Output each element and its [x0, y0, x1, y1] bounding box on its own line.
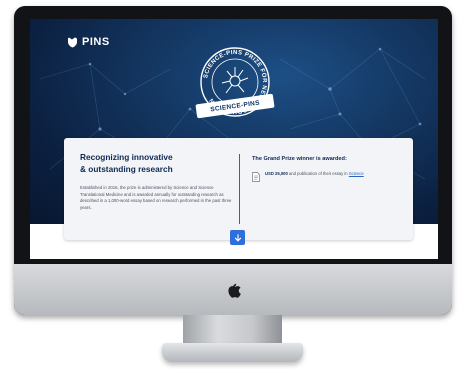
headline-line-2: & outstanding research [80, 163, 173, 174]
card-headline: Recognizing innovative & outstanding res… [80, 152, 238, 175]
pins-logo-icon [68, 37, 77, 47]
prize-row: USD 25,000 and publication of their essa… [252, 171, 402, 182]
scroll-down-button[interactable] [230, 230, 245, 245]
headline-line-1: Recognizing innovative [80, 152, 173, 162]
prize-description: USD 25,000 and publication of their essa… [265, 171, 364, 177]
prize-amount: USD 25,000 [265, 171, 288, 176]
prize-text: and publication of their essay in [287, 171, 349, 176]
brand-name: PINS [82, 36, 110, 48]
science-link[interactable]: Science [349, 171, 364, 176]
monitor-stand-neck [183, 315, 282, 345]
arrow-down-icon [234, 233, 241, 242]
card-description: Established in 2016, the prize is admini… [80, 185, 232, 210]
monitor-stand-base [162, 343, 303, 362]
card-divider [239, 154, 240, 224]
card-prize: The Grand Prize winner is awarded: USD 2… [252, 156, 402, 182]
brand-logo[interactable]: PINS [66, 36, 110, 48]
document-icon [252, 172, 260, 182]
neuron-icon [221, 67, 249, 94]
monitor-screen: PINS SCIENCE-PINS PRIZE FOR NEUROMODULAT… [30, 19, 438, 259]
card-intro: Recognizing innovative & outstanding res… [80, 152, 238, 211]
prize-heading: The Grand Prize winner is awarded: [252, 156, 347, 162]
info-card: Recognizing innovative & outstanding res… [64, 138, 413, 240]
apple-logo-icon [228, 283, 241, 298]
